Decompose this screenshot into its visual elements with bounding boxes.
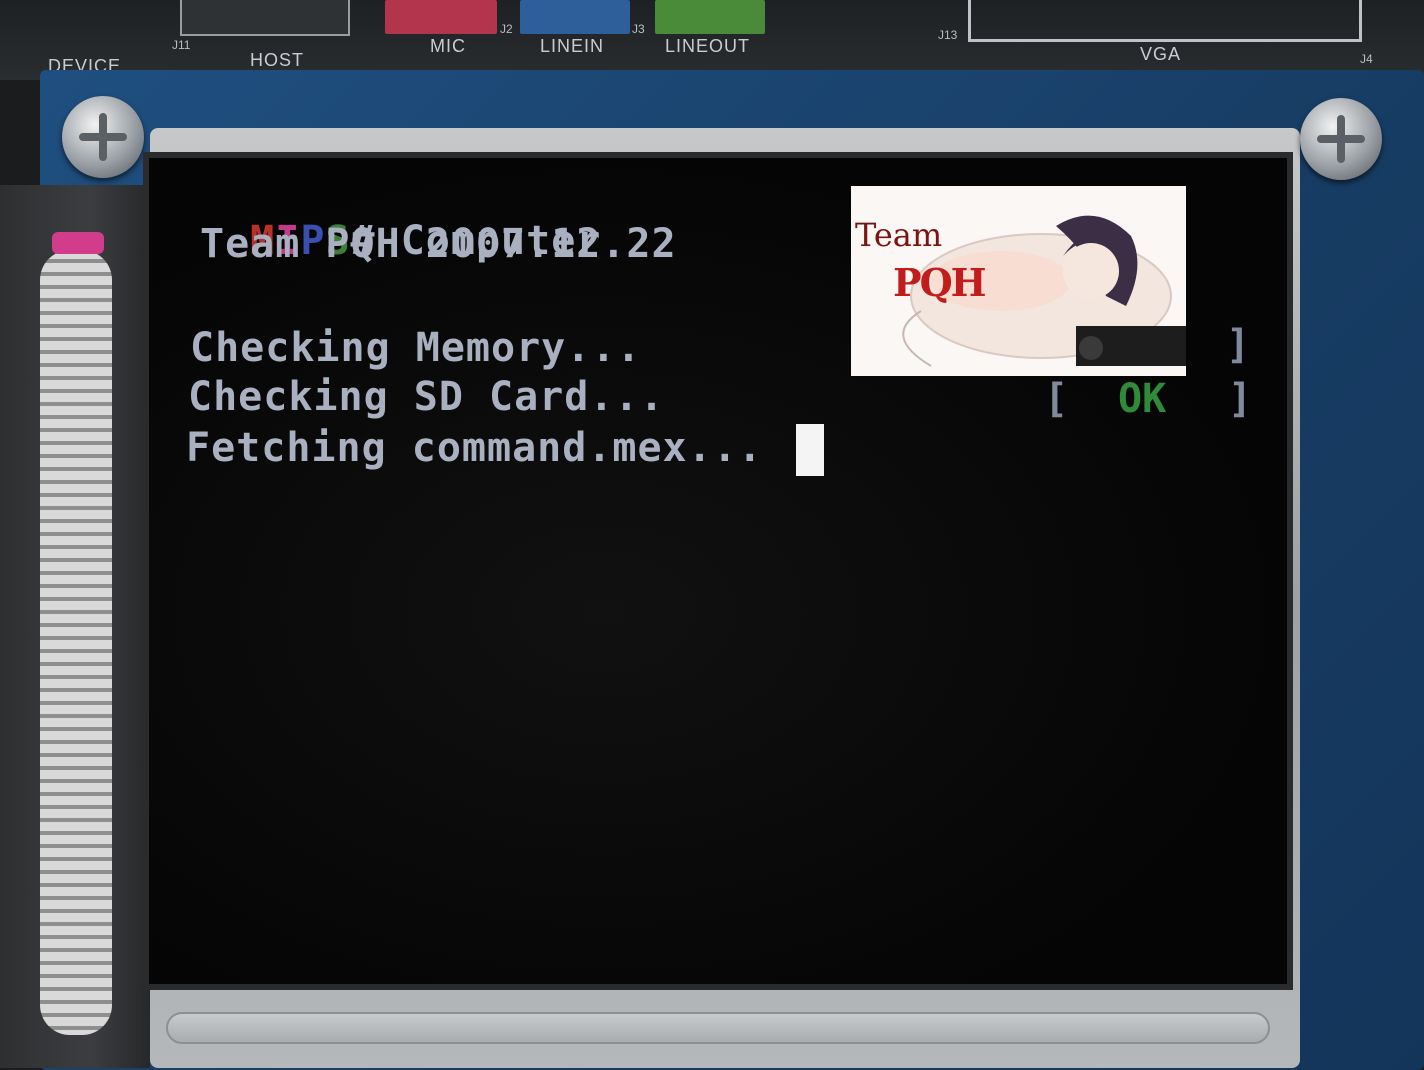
screw-icon <box>1300 98 1382 180</box>
vga-label: VGA <box>1140 44 1182 64</box>
mic-jack <box>385 0 497 34</box>
board-header-strip: DEVICE HOST MIC LINEIN LINEOUT VGA J11 J… <box>0 0 1424 80</box>
j13-label: J13 <box>938 28 958 42</box>
j11-label: J11 <box>172 38 191 52</box>
team-logo-image: Team PQH <box>851 186 1186 376</box>
linein-label: LINEIN <box>540 36 605 56</box>
lcd-bottom-rail <box>166 1012 1270 1044</box>
terminal-line-memory: Checking Memory... <box>190 325 642 371</box>
j2-label: J2 <box>500 22 513 36</box>
j4-label: J4 <box>1360 52 1373 66</box>
terminal-line-sdcard: Checking SD Card... <box>188 374 665 420</box>
lineout-jack <box>655 0 765 34</box>
terminal-line-fetch: Fetching command.mex... <box>186 425 763 471</box>
ribbon-cable <box>40 250 112 1035</box>
screw-icon <box>62 96 144 178</box>
ribbon-cable-tip <box>52 232 104 254</box>
host-label: HOST <box>250 50 305 70</box>
vga-port <box>968 0 1362 42</box>
j3-label: J3 <box>632 22 645 36</box>
usb-host-port <box>180 0 350 36</box>
lineout-label: LINEOUT <box>665 36 751 56</box>
terminal-cursor <box>796 424 824 476</box>
terminal-subtitle: Team PQH 2007.12.22 <box>200 221 677 267</box>
status-bracket-close: ] <box>1228 376 1253 422</box>
status-bracket-close: ] <box>1226 322 1251 368</box>
status-bracket-open: [ <box>1044 376 1069 422</box>
status-ok: OK <box>1118 376 1167 422</box>
logo-name-text: PQH <box>893 260 987 305</box>
logo-team-text: Team <box>855 216 943 254</box>
mic-label: MIC <box>430 36 466 56</box>
linein-jack <box>520 0 630 34</box>
